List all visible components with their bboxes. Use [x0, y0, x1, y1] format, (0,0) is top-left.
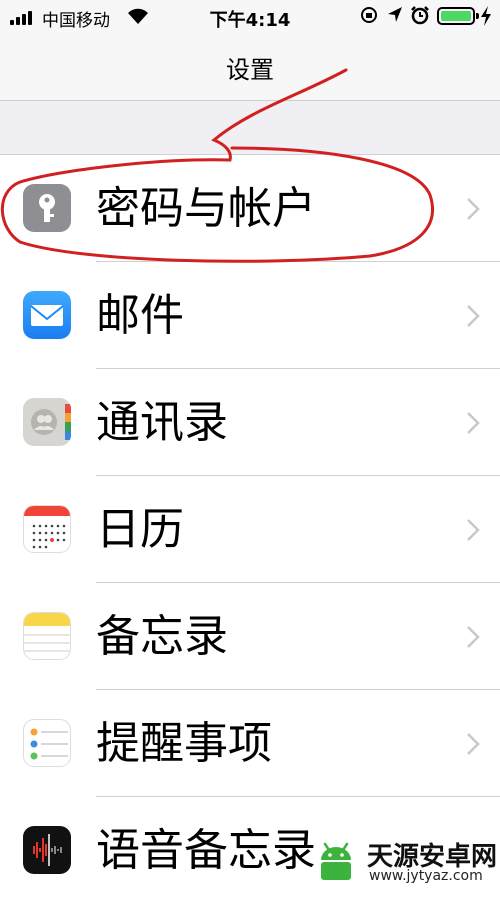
- top-bar: 中国移动 下午4:14 设置: [0, 0, 500, 101]
- voice-memos-icon: [23, 826, 71, 874]
- alarm-icon: [411, 6, 429, 25]
- android-logo-icon: [321, 842, 351, 880]
- page-title: 设置: [226, 56, 274, 84]
- settings-item-calendar[interactable]: 日历: [0, 476, 500, 583]
- chevron-right-icon: [467, 305, 480, 327]
- settings-item-mail[interactable]: 邮件: [0, 262, 500, 369]
- status-bar: 中国移动 下午4:14: [0, 0, 500, 36]
- rotation-lock-icon: [361, 7, 377, 23]
- mail-icon: [23, 291, 71, 339]
- settings-item-label: 密码与帐户: [96, 183, 316, 234]
- location-icon: [388, 7, 402, 22]
- charging-icon: [481, 6, 491, 26]
- chevron-right-icon: [467, 626, 480, 648]
- settings-item-reminders[interactable]: 提醒事项: [0, 690, 500, 797]
- contacts-icon: [23, 398, 71, 446]
- settings-list: 密码与帐户 邮件 通讯录 日历 备忘录 提醒事项 语音备忘录: [0, 154, 500, 904]
- reminders-icon: [23, 719, 71, 767]
- chevron-right-icon: [467, 519, 480, 541]
- settings-item-label: 通讯录: [96, 397, 228, 448]
- watermark-url: www.jytyaz.com: [369, 868, 483, 884]
- chevron-right-icon: [467, 412, 480, 434]
- settings-item-label: 日历: [96, 504, 184, 555]
- settings-item-notes[interactable]: 备忘录: [0, 583, 500, 690]
- settings-item-label: 邮件: [96, 290, 184, 341]
- settings-item-label: 备忘录: [96, 611, 228, 662]
- watermark: 天源安卓网 www.jytyaz.com: [305, 832, 500, 888]
- chevron-right-icon: [467, 733, 480, 755]
- settings-item-label: 提醒事项: [96, 718, 272, 769]
- battery-icon: [437, 7, 479, 25]
- settings-item-label: 语音备忘录: [96, 825, 316, 876]
- chevron-right-icon: [467, 198, 480, 220]
- settings-item-passwords-accounts[interactable]: 密码与帐户: [0, 155, 500, 262]
- key-icon: [23, 184, 71, 232]
- settings-item-contacts[interactable]: 通讯录: [0, 369, 500, 476]
- calendar-icon: [23, 505, 71, 553]
- notes-icon: [23, 612, 71, 660]
